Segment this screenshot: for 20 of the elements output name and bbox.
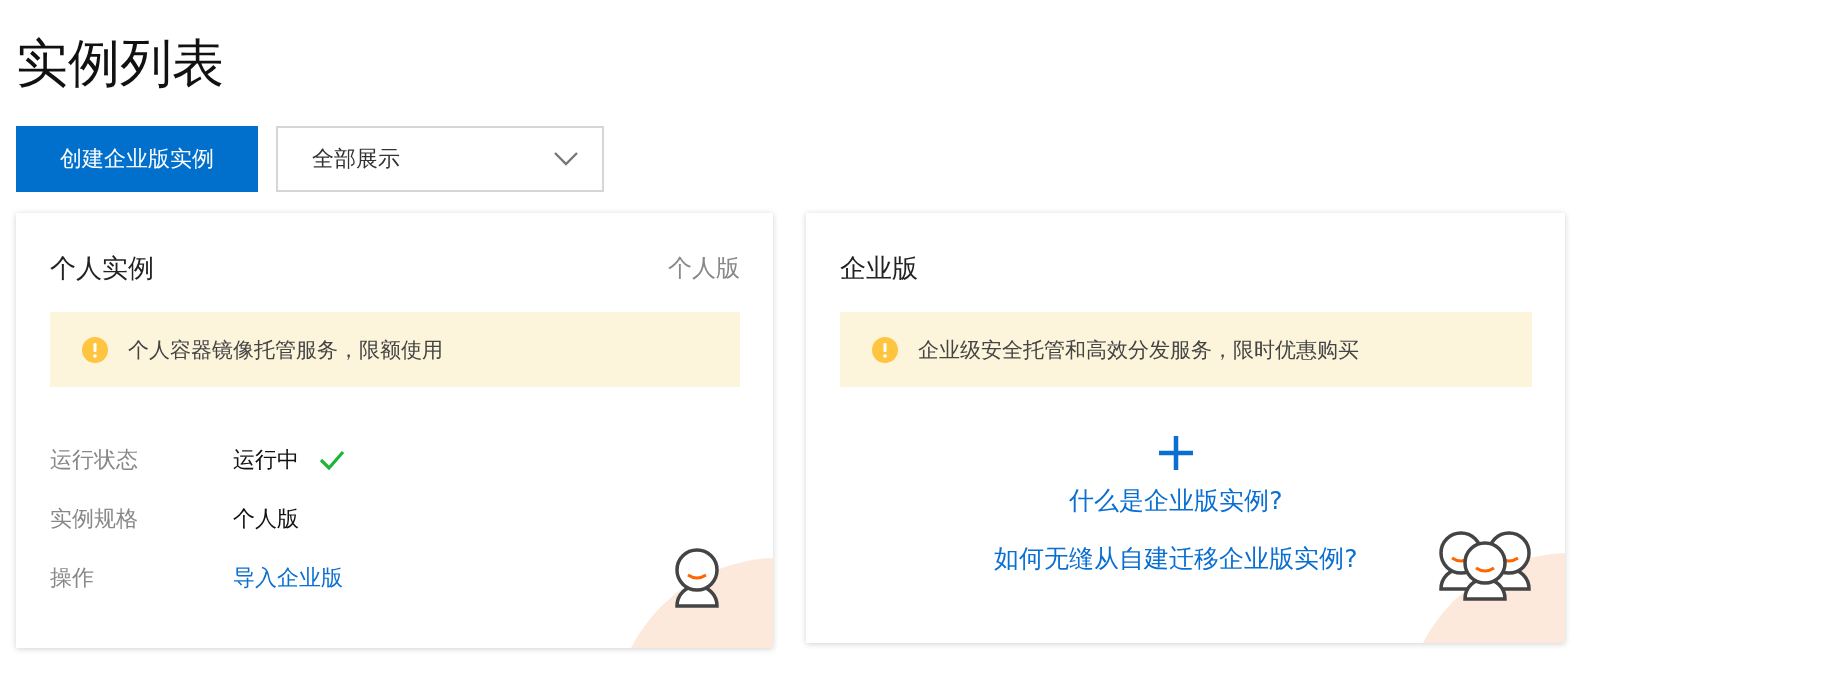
warning-icon xyxy=(82,336,108,363)
field-label: 操作 xyxy=(50,564,95,592)
edition-label: 个人版 xyxy=(668,253,740,284)
chevron-down-icon xyxy=(554,152,578,166)
filter-dropdown[interactable]: 全部展示 xyxy=(276,126,604,192)
notice-text: 个人容器镜像托管服务，限额使用 xyxy=(128,336,443,364)
notice-text: 企业级安全托管和高效分发服务，限时优惠购买 xyxy=(918,336,1359,364)
field-value: 个人版 xyxy=(233,505,299,533)
field-label: 运行状态 xyxy=(50,446,139,474)
help-link[interactable]: 如何无缝从自建迁移企业版实例? xyxy=(994,541,1358,577)
plus-icon[interactable] xyxy=(1158,435,1194,471)
card-title: 个人实例 xyxy=(50,251,154,285)
card-title: 企业版 xyxy=(840,251,918,285)
field-label: 实例规格 xyxy=(50,505,139,533)
import-link[interactable]: 导入企业版 xyxy=(233,563,343,593)
warning-icon xyxy=(872,336,898,363)
status-text: 运行中 xyxy=(233,446,299,474)
create-button[interactable]: 创建企业版实例 xyxy=(16,126,258,192)
page-title: 实例列表 xyxy=(16,32,225,95)
help-link[interactable]: 什么是企业版实例? xyxy=(1069,483,1283,519)
